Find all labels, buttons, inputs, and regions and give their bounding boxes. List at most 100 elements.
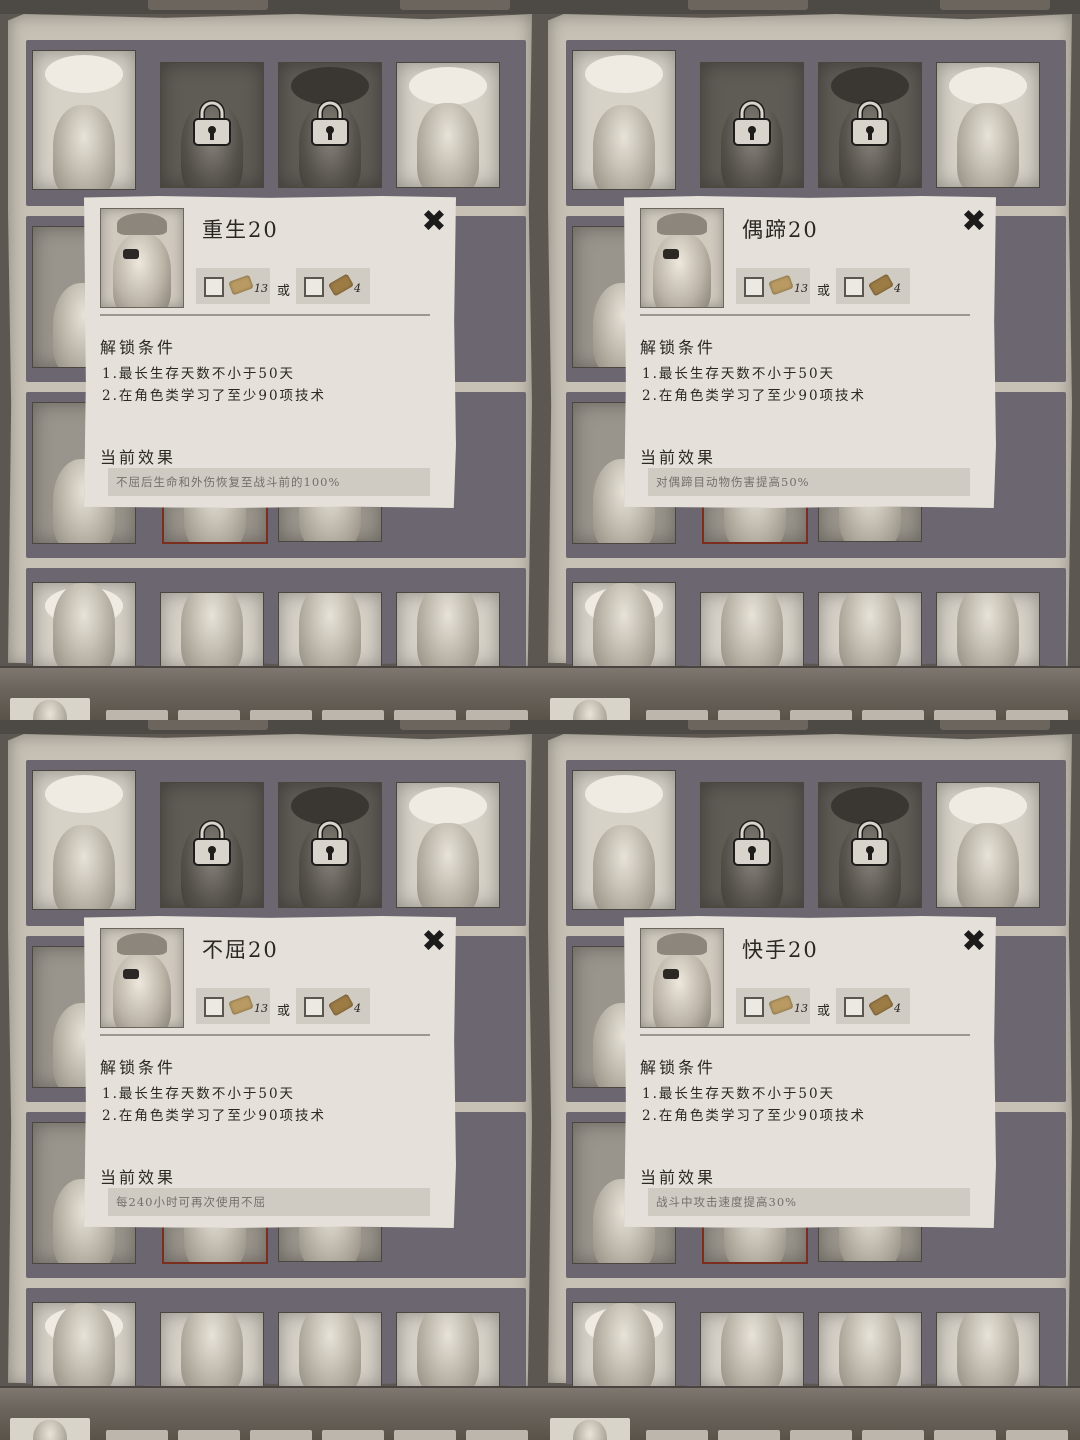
character-portrait-locked[interactable]: [160, 62, 264, 188]
cost-option-scroll[interactable]: 13: [196, 268, 270, 304]
padlock-icon: [851, 820, 889, 866]
character-portrait-chef[interactable]: [572, 50, 676, 190]
character-portrait-reindeer[interactable]: [278, 1312, 382, 1388]
toolbar-slot[interactable]: [106, 1430, 168, 1440]
character-portrait-beanie[interactable]: [160, 1312, 264, 1388]
toolbar-slot[interactable]: [646, 1430, 708, 1440]
character-portrait-fur-hat[interactable]: [936, 782, 1040, 908]
cost-checkbox[interactable]: [204, 997, 224, 1017]
toolbar-slot[interactable]: [322, 1430, 384, 1440]
toolbar-slot[interactable]: [1006, 710, 1068, 720]
character-portrait-sunhat[interactable]: [32, 1302, 136, 1388]
toolbar-slot[interactable]: [790, 710, 852, 720]
cost-checkbox[interactable]: [204, 277, 224, 297]
toolbar-slot[interactable]: [862, 1430, 924, 1440]
cost-checkbox[interactable]: [304, 277, 324, 297]
character-portrait-chef[interactable]: [32, 50, 136, 190]
cost-checkbox[interactable]: [744, 997, 764, 1017]
character-portrait-fur-hat[interactable]: [936, 62, 1040, 188]
character-portrait-locked[interactable]: [278, 782, 382, 908]
bottom-toolbar: [540, 666, 1080, 720]
toolbar-slot[interactable]: [466, 1430, 528, 1440]
current-effect: 不屈后生命和外伤恢复至战斗前的100%: [108, 468, 430, 496]
player-avatar[interactable]: [10, 698, 90, 720]
toolbar-slot[interactable]: [394, 710, 456, 720]
character-portrait-reindeer[interactable]: [278, 592, 382, 668]
player-avatar[interactable]: [550, 1418, 630, 1440]
condition-item: 2.在角色类学习了至少90项技术: [642, 388, 867, 404]
or-label: 或: [277, 284, 291, 299]
character-portrait-locked[interactable]: [278, 62, 382, 188]
toolbar-slot[interactable]: [718, 710, 780, 720]
character-portrait-locked[interactable]: [818, 782, 922, 908]
toolbar-slot[interactable]: [178, 710, 240, 720]
character-portrait-beanie[interactable]: [700, 592, 804, 668]
cost-count: 13: [254, 1002, 268, 1015]
screenshot-panel-2: 偶蹄20 ✖ 13 或 4 解锁条件 1.最长生存天数不小于50天 2.在角色类…: [540, 0, 1080, 720]
paper-scroll-icon: [768, 994, 794, 1016]
character-portrait-chef[interactable]: [32, 770, 136, 910]
cost-option-scroll[interactable]: 13: [736, 988, 810, 1024]
screenshot-panel-3: 不屈20 ✖ 13 或 4 解锁条件 1.最长生存天数不小于50天 2.在角色类…: [0, 720, 540, 1440]
conditions-heading: 解锁条件: [100, 338, 177, 357]
divider: [640, 314, 970, 316]
toolbar-slot[interactable]: [934, 1430, 996, 1440]
close-icon[interactable]: ✖: [418, 926, 450, 958]
character-portrait-sunhat[interactable]: [32, 582, 136, 668]
bottom-toolbar: [540, 1386, 1080, 1440]
character-portrait-chef[interactable]: [572, 770, 676, 910]
cost-checkbox[interactable]: [744, 277, 764, 297]
toolbar-slot[interactable]: [646, 710, 708, 720]
paper-scroll-icon: [228, 994, 254, 1016]
character-portrait-locked[interactable]: [160, 782, 264, 908]
toolbar-slot[interactable]: [790, 1430, 852, 1440]
toolbar-slot[interactable]: [718, 1430, 780, 1440]
character-portrait-fur-hat[interactable]: [396, 62, 500, 188]
close-icon[interactable]: ✖: [418, 206, 450, 238]
character-portrait-sunhat[interactable]: [572, 582, 676, 668]
condition-item: 1.最长生存天数不小于50天: [642, 1086, 836, 1102]
current-effect: 战斗中攻击速度提高30%: [648, 1188, 970, 1216]
character-portrait-reindeer[interactable]: [818, 1312, 922, 1388]
character-portrait-goggles[interactable]: [396, 592, 500, 668]
toolbar-slot[interactable]: [322, 710, 384, 720]
cost-option-scroll[interactable]: 13: [736, 268, 810, 304]
toolbar-slot[interactable]: [394, 1430, 456, 1440]
cost-checkbox[interactable]: [844, 997, 864, 1017]
effect-heading: 当前效果: [640, 1168, 717, 1187]
close-icon[interactable]: ✖: [958, 926, 990, 958]
toolbar-slot[interactable]: [178, 1430, 240, 1440]
character-portrait-goggles[interactable]: [396, 1312, 500, 1388]
toolbar-slot[interactable]: [466, 710, 528, 720]
cost-option-bundle[interactable]: 4: [836, 268, 910, 304]
cost-count: 4: [894, 1002, 901, 1015]
character-portrait-fur-hat[interactable]: [396, 782, 500, 908]
toolbar-slot[interactable]: [1006, 1430, 1068, 1440]
cost-option-bundle[interactable]: 4: [296, 268, 370, 304]
character-portrait-beanie[interactable]: [700, 1312, 804, 1388]
cost-checkbox[interactable]: [844, 277, 864, 297]
player-avatar[interactable]: [10, 1418, 90, 1440]
toolbar-slot[interactable]: [862, 710, 924, 720]
character-portrait-goggles[interactable]: [936, 592, 1040, 668]
player-avatar[interactable]: [550, 698, 630, 720]
close-icon[interactable]: ✖: [958, 206, 990, 238]
cost-count: 4: [354, 282, 361, 295]
character-portrait-reindeer[interactable]: [818, 592, 922, 668]
toolbar-slot[interactable]: [106, 710, 168, 720]
character-portrait-locked[interactable]: [700, 782, 804, 908]
cost-option-bundle[interactable]: 4: [296, 988, 370, 1024]
character-portrait-locked[interactable]: [700, 62, 804, 188]
cost-checkbox[interactable]: [304, 997, 324, 1017]
toolbar-slot[interactable]: [250, 710, 312, 720]
character-portrait-locked[interactable]: [818, 62, 922, 188]
character-portrait-goggles[interactable]: [936, 1312, 1040, 1388]
toolbar-slot[interactable]: [250, 1430, 312, 1440]
skill-title: 快手20: [742, 938, 819, 962]
cost-option-bundle[interactable]: 4: [836, 988, 910, 1024]
cost-option-scroll[interactable]: 13: [196, 988, 270, 1024]
character-portrait-sunhat[interactable]: [572, 1302, 676, 1388]
character-portrait-beanie[interactable]: [160, 592, 264, 668]
divider: [640, 1034, 970, 1036]
toolbar-slot[interactable]: [934, 710, 996, 720]
